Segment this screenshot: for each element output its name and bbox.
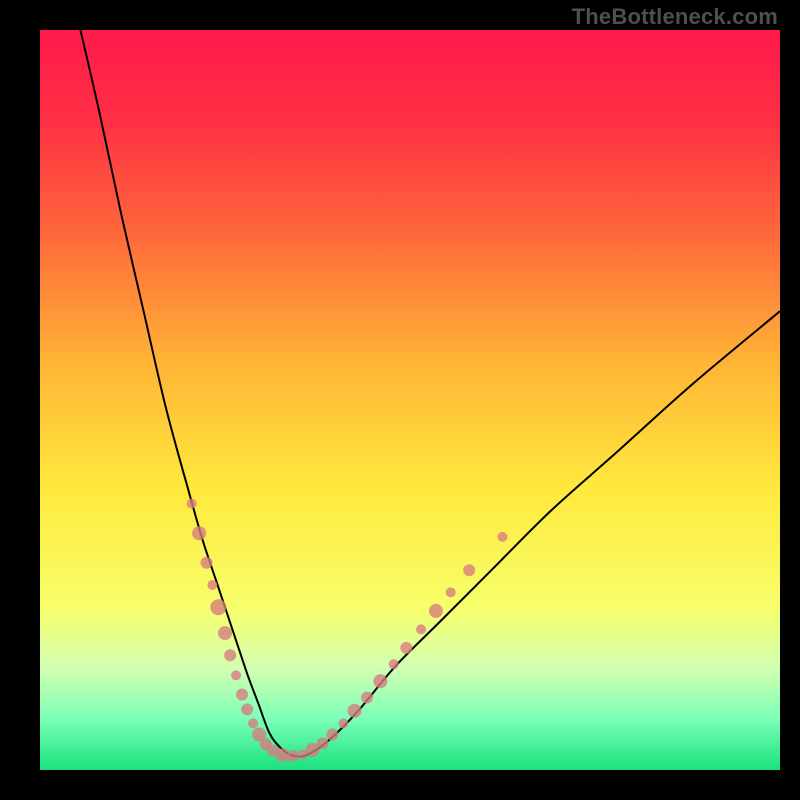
data-point [241,703,253,715]
data-point [326,728,338,740]
watermark-text: TheBottleneck.com [572,4,778,30]
data-point [201,557,213,569]
data-point [210,599,226,615]
chart-frame: TheBottleneck.com [0,0,800,800]
data-point [400,642,412,654]
data-point [248,718,258,728]
data-point [463,564,475,576]
data-point [236,689,248,701]
data-point [231,670,241,680]
bottleneck-curve [77,15,780,756]
chart-svg [40,30,780,770]
data-point [373,674,387,688]
data-point [287,750,299,762]
data-point [224,649,236,661]
data-point [361,691,373,703]
data-point [498,532,508,542]
data-point [389,659,399,669]
data-points-group [187,499,508,763]
data-point [416,624,426,634]
data-point [192,526,206,540]
data-point [207,580,217,590]
data-point [218,626,232,640]
data-point [338,718,348,728]
data-point [429,604,443,618]
data-point [446,587,456,597]
data-point [187,499,197,509]
data-point [317,737,329,749]
data-point [348,704,362,718]
